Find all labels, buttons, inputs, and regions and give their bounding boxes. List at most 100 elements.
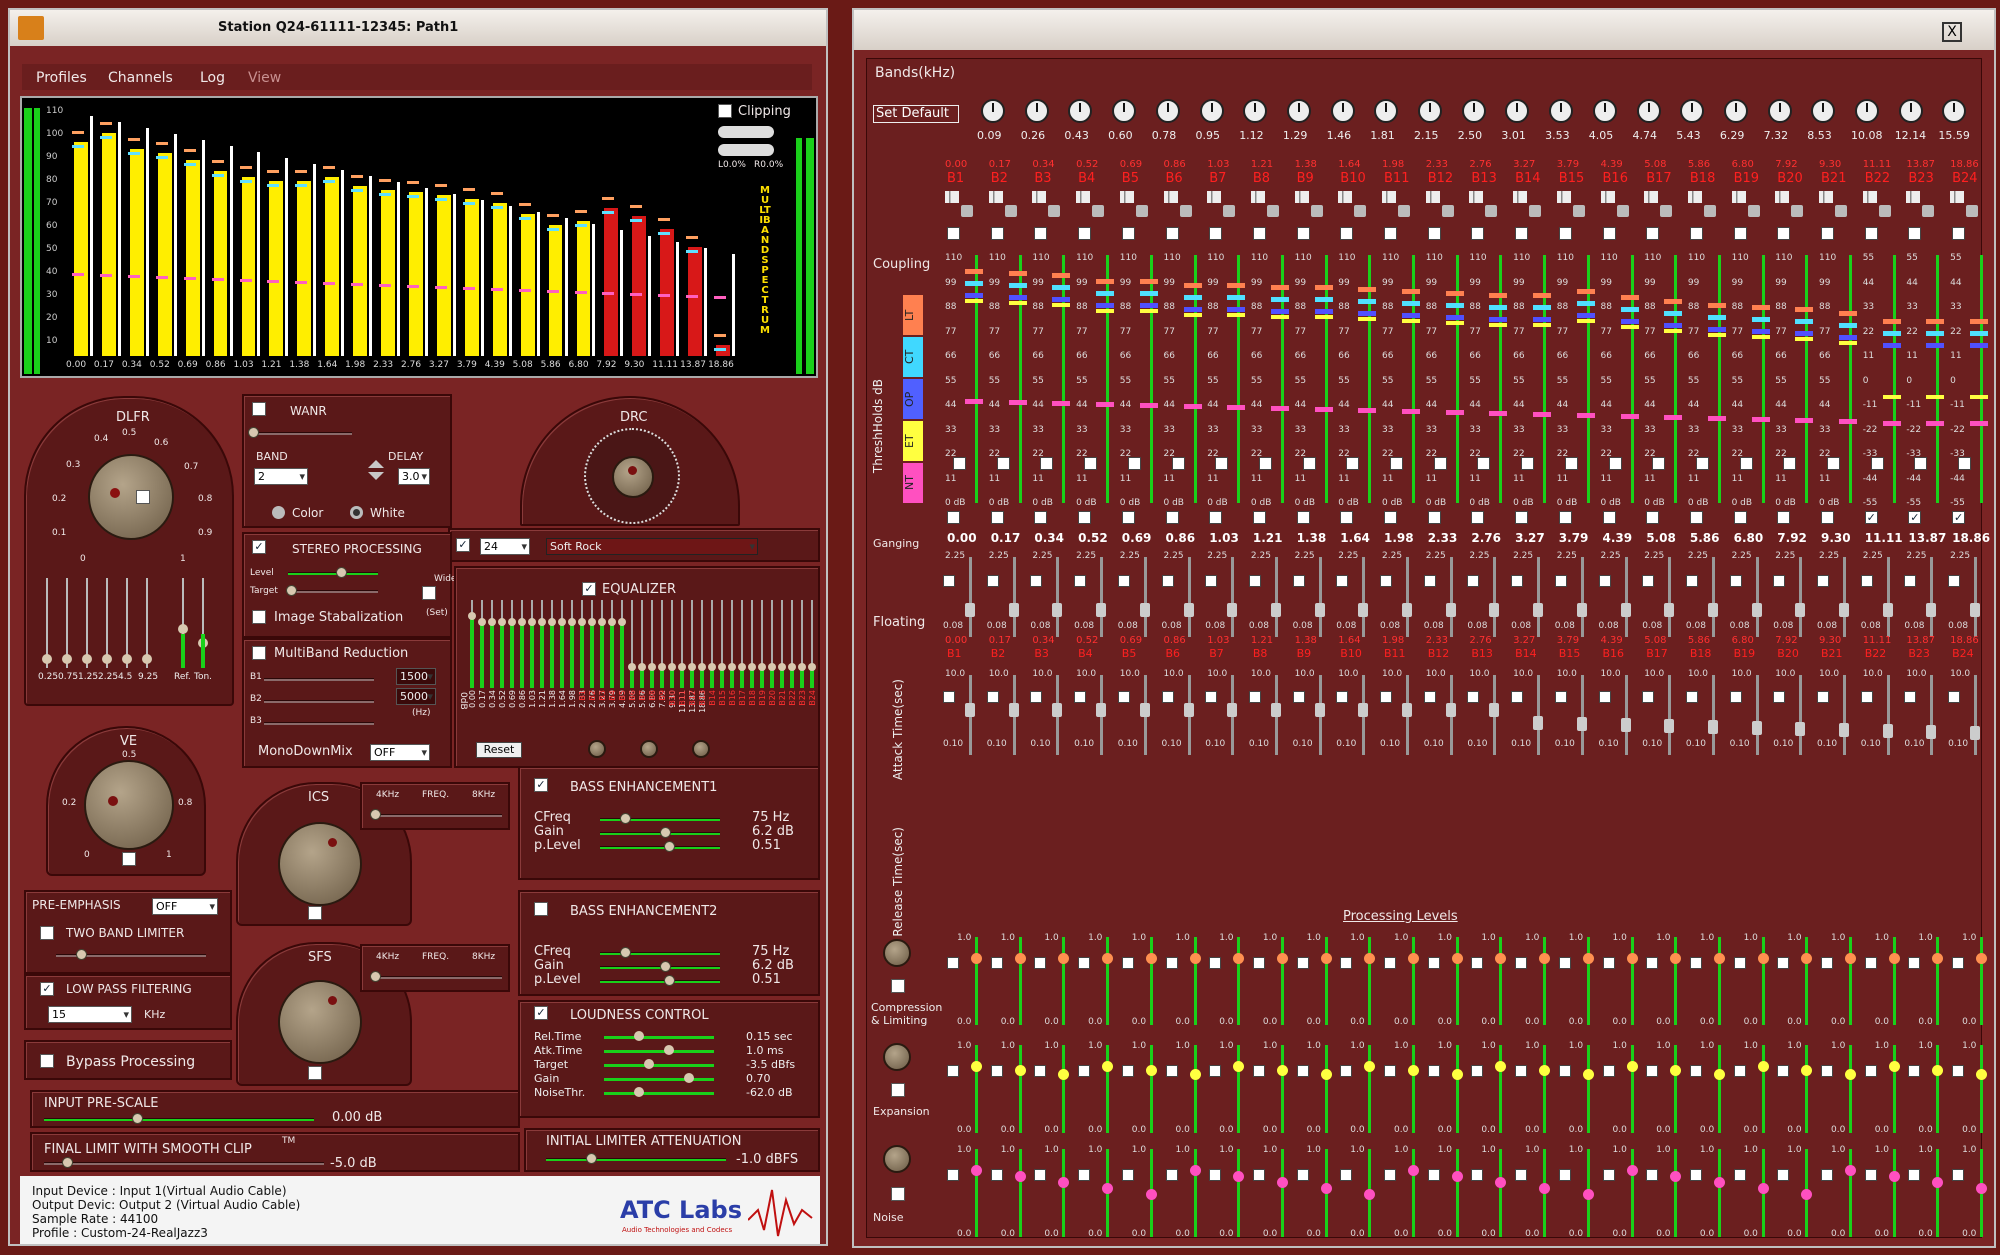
level-slider-track-comp[interactable] — [975, 937, 978, 1025]
band-speaker-icon[interactable] — [1310, 205, 1323, 217]
eq-slider-thumb[interactable] — [558, 618, 566, 626]
eq-slider-thumb[interactable] — [578, 618, 586, 626]
threshold-ct[interactable] — [1882, 331, 1901, 336]
level-checkbox-comp[interactable] — [1471, 957, 1484, 969]
eq-reset-button[interactable]: Reset — [476, 742, 522, 758]
level-slider-thumb-comp[interactable] — [1189, 953, 1201, 964]
band-speaker-icon[interactable] — [1966, 205, 1979, 217]
attack-checkbox[interactable] — [1030, 575, 1043, 587]
release-slider-track[interactable] — [1886, 675, 1890, 755]
threshold-ct[interactable] — [1183, 295, 1202, 300]
threshold-et[interactable] — [965, 299, 983, 303]
eq-slider-thumb[interactable] — [608, 618, 616, 626]
release-slider-thumb[interactable] — [1052, 703, 1063, 717]
band-ganging-checkbox[interactable] — [1564, 457, 1578, 470]
threshold-ct[interactable] — [1008, 283, 1027, 288]
attack-slider-track[interactable] — [1580, 557, 1584, 637]
attack-checkbox[interactable] — [1554, 575, 1567, 587]
release-slider-thumb[interactable] — [1008, 703, 1019, 717]
threshold-op[interactable] — [1008, 295, 1027, 300]
level-checkbox-comp[interactable] — [1296, 957, 1309, 969]
attack-slider-thumb[interactable] — [1707, 603, 1718, 617]
ics-freq-slider[interactable] — [372, 814, 502, 817]
threshold-et[interactable] — [1358, 317, 1377, 321]
release-slider-thumb[interactable] — [1882, 724, 1893, 738]
level-slider-thumb-comp[interactable] — [1233, 953, 1245, 964]
dlfr-slider-thumb[interactable] — [178, 624, 188, 634]
equalizer-checkbox[interactable]: ✓ — [582, 582, 596, 596]
band-ganging-checkbox[interactable] — [1390, 457, 1403, 470]
dlfr-slider-thumb[interactable] — [62, 654, 72, 664]
attack-slider-track[interactable] — [1886, 557, 1890, 637]
threshold-op[interactable] — [965, 293, 983, 298]
release-checkbox[interactable] — [1773, 691, 1786, 703]
band-floating-checkbox[interactable] — [1340, 511, 1354, 524]
band-speaker-icon[interactable] — [1135, 205, 1148, 217]
threshold-lt[interactable] — [1227, 283, 1246, 288]
band-floating-checkbox[interactable]: ✓ — [1952, 511, 1966, 524]
attack-slider-track[interactable] — [1668, 557, 1672, 637]
release-checkbox[interactable] — [1511, 691, 1524, 703]
threshold-op[interactable] — [1270, 309, 1289, 314]
level-slider-track-comp[interactable] — [1106, 937, 1110, 1025]
mb-b1-slider[interactable] — [264, 678, 374, 681]
attack-checkbox[interactable] — [1292, 575, 1305, 587]
level-checkbox-exp[interactable] — [1471, 1065, 1484, 1077]
attack-slider-thumb[interactable] — [1533, 603, 1544, 617]
stereo-level-thumb[interactable] — [336, 567, 347, 578]
threshold-ct[interactable] — [1926, 331, 1945, 336]
attack-slider-thumb[interactable] — [1183, 603, 1194, 617]
attack-slider-track[interactable] — [1318, 557, 1322, 637]
level-slider-track-exp[interactable] — [1062, 1045, 1066, 1133]
level-checkbox-exp[interactable] — [990, 1065, 1003, 1077]
level-checkbox-noise[interactable] — [1340, 1169, 1353, 1181]
band-speaker-icon[interactable] — [1048, 205, 1061, 217]
level-slider-track-noise[interactable] — [1062, 1149, 1066, 1237]
threshold-lt[interactable] — [1139, 279, 1158, 284]
band-coupling-checkbox[interactable] — [1121, 227, 1135, 240]
band-floating-checkbox[interactable] — [1602, 511, 1616, 524]
band-speaker-icon[interactable] — [1791, 205, 1804, 217]
level-checkbox-noise[interactable] — [1252, 1169, 1265, 1181]
level-slider-thumb-noise[interactable] — [1670, 1171, 1682, 1182]
attack-slider-track[interactable] — [1493, 557, 1497, 637]
band-speaker-icon[interactable] — [1266, 205, 1279, 217]
threshold-et[interactable] — [1533, 323, 1552, 327]
release-checkbox[interactable] — [1948, 691, 1961, 703]
threshold-nt[interactable] — [1183, 404, 1202, 409]
release-checkbox[interactable] — [1292, 691, 1305, 703]
band-floating-checkbox[interactable] — [1821, 511, 1834, 524]
threshold-op[interactable] — [1402, 313, 1420, 318]
release-checkbox[interactable] — [1817, 691, 1829, 703]
stereo-target-thumb[interactable] — [286, 585, 297, 596]
release-slider-thumb[interactable] — [1576, 717, 1587, 731]
level-slider-track-exp[interactable] — [1324, 1045, 1328, 1133]
band-floating-checkbox[interactable]: ✓ — [1864, 511, 1878, 524]
bass1-checkbox[interactable]: ✓ — [534, 778, 548, 792]
stereo-checkbox[interactable]: ✓ — [252, 540, 266, 554]
level-slider-thumb-comp[interactable] — [1276, 953, 1288, 964]
band-ganging-checkbox[interactable] — [1084, 457, 1098, 470]
dlfr-slider-thumb[interactable] — [142, 654, 152, 664]
level-slider-thumb-exp[interactable] — [1845, 1069, 1856, 1080]
level-slider-track-comp[interactable] — [1280, 937, 1284, 1025]
level-slider-thumb-comp[interactable] — [1626, 953, 1638, 964]
attack-slider-thumb[interactable] — [1751, 603, 1762, 617]
level-slider-thumb-exp[interactable] — [1451, 1069, 1463, 1080]
threshold-lt[interactable] — [1052, 273, 1071, 278]
menu-log[interactable]: Log — [200, 70, 225, 86]
level-checkbox-noise[interactable] — [1296, 1169, 1309, 1181]
level-slider-thumb-exp[interactable] — [1058, 1069, 1070, 1080]
release-slider-thumb[interactable] — [1402, 703, 1412, 717]
menu-view[interactable]: View — [248, 70, 281, 86]
level-slider-track-exp[interactable] — [1543, 1045, 1547, 1133]
attack-checkbox[interactable] — [986, 575, 999, 587]
attack-checkbox[interactable] — [1817, 575, 1829, 587]
release-slider-thumb[interactable] — [1795, 722, 1806, 736]
threshold-lt[interactable] — [1314, 285, 1333, 290]
threshold-ct[interactable] — [1664, 311, 1683, 316]
threshold-ct[interactable] — [1489, 305, 1508, 310]
threshold-et[interactable] — [1707, 333, 1726, 337]
band-ganging-checkbox[interactable] — [1783, 457, 1797, 470]
mb-freq2-input[interactable]: 5000 — [396, 688, 436, 705]
